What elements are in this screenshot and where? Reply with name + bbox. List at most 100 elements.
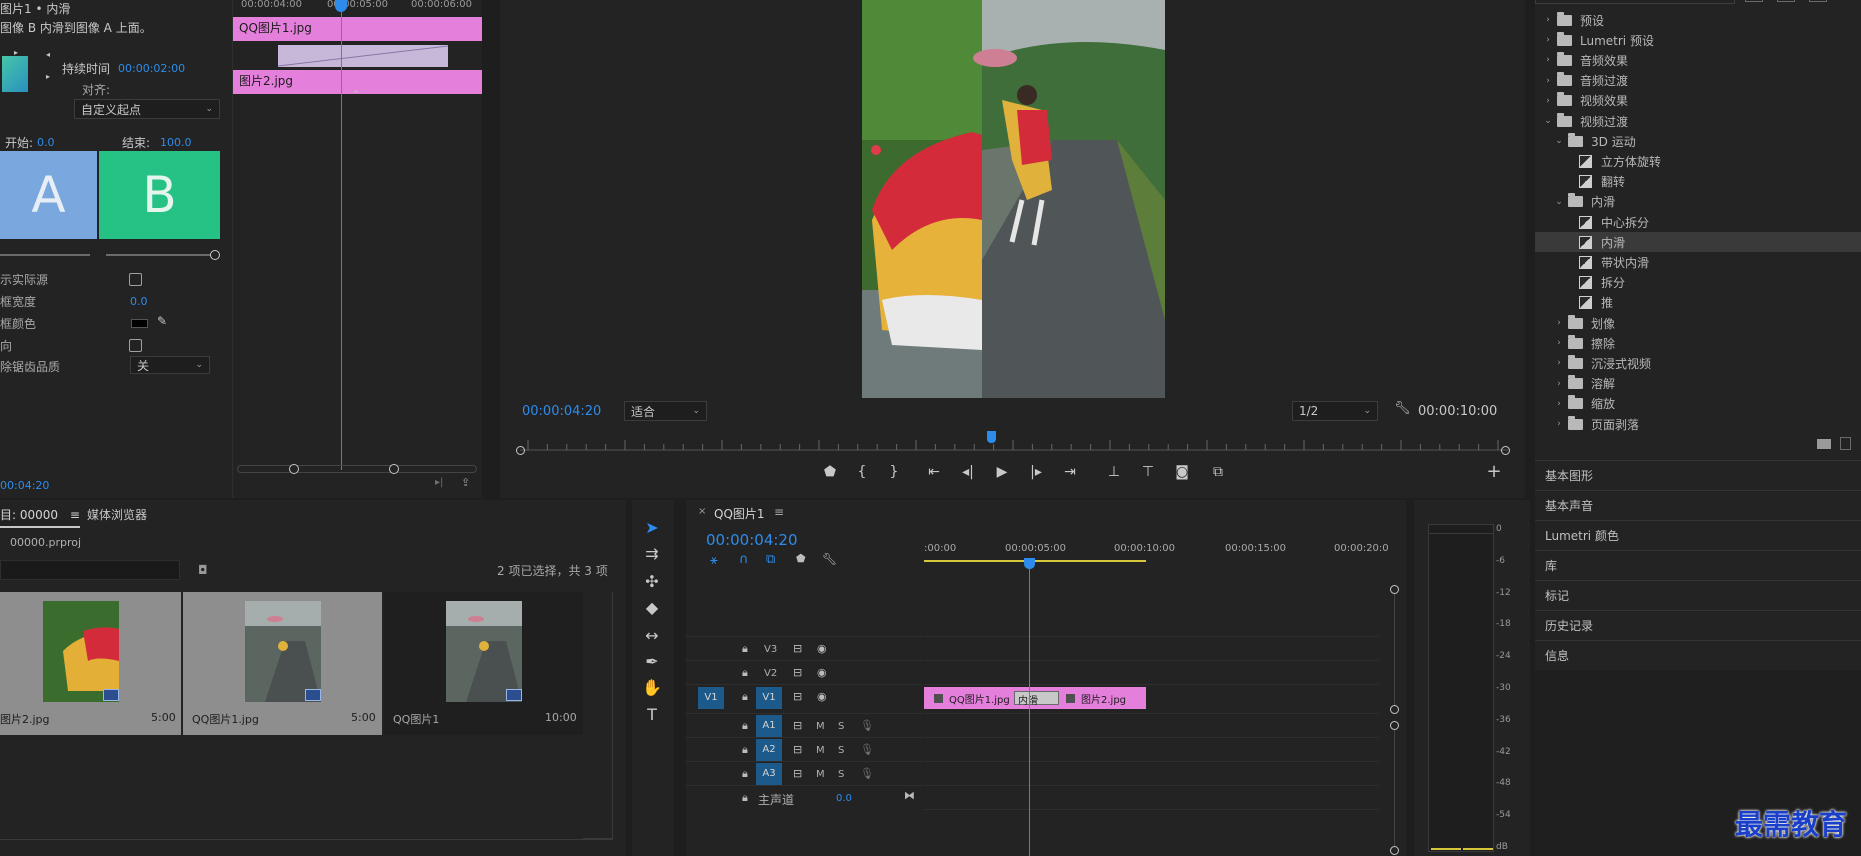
chevron-right-icon[interactable]: › xyxy=(1554,399,1564,409)
pen-tool-icon[interactable]: ✒ xyxy=(632,650,672,674)
razor-tool-icon[interactable]: ◆ xyxy=(632,596,672,620)
track-target-v1[interactable]: V1 xyxy=(756,687,782,709)
yuv-effects-icon[interactable] xyxy=(1809,0,1827,2)
scrub-end-handle[interactable] xyxy=(1501,446,1510,455)
chevron-right-icon[interactable]: › xyxy=(1554,379,1564,389)
type-tool-icon[interactable]: T xyxy=(632,703,672,727)
chevron-right-icon[interactable]: › xyxy=(1554,318,1564,328)
lock-icon[interactable]: 🔒︎ xyxy=(742,642,748,656)
track-target-a2[interactable]: A2 xyxy=(756,739,782,761)
effects-tree-item[interactable]: ⌄ 内滑 xyxy=(1535,192,1861,212)
sync-lock-icon[interactable]: ⊟ xyxy=(793,743,802,756)
play-transition-icon[interactable]: ▸ xyxy=(14,48,18,57)
end-slider-handle[interactable] xyxy=(210,250,220,260)
side-panel-lumetri-color[interactable]: Lumetri 颜色 xyxy=(1535,520,1861,550)
border-color-swatch[interactable] xyxy=(131,319,148,328)
timeline-settings-wrench-icon[interactable]: 🔧︎ xyxy=(822,552,837,566)
play-only-audio-icon[interactable]: ▸| xyxy=(435,477,443,488)
lock-icon[interactable]: 🔒︎ xyxy=(742,743,748,757)
effects-tree-item[interactable]: 中心拆分 xyxy=(1535,212,1861,232)
effects-tree-item[interactable]: › 音频过渡 xyxy=(1535,71,1861,91)
lock-icon[interactable]: 🔒︎ xyxy=(742,666,748,680)
audio-scroll-handle-top[interactable] xyxy=(1390,721,1399,730)
tab-media-browser[interactable]: 媒体浏览器 xyxy=(87,506,147,523)
effects-tree-item[interactable]: 内滑 xyxy=(1535,232,1861,253)
mute-button[interactable]: M xyxy=(816,745,825,756)
snap-icon[interactable]: ∩ xyxy=(739,552,749,567)
solo-button[interactable]: S xyxy=(838,745,844,756)
hand-tool-icon[interactable]: ✋ xyxy=(632,676,672,700)
timeline-clip-2-label[interactable]: 图片2.jpg xyxy=(1064,687,1126,709)
mark-out-icon[interactable]: } xyxy=(882,462,906,482)
effects-tree-item[interactable]: ⌄ 3D 运动 xyxy=(1535,131,1861,151)
accelerated-effects-icon[interactable] xyxy=(1777,0,1795,2)
preview-arrow-left-icon[interactable]: ◂ xyxy=(46,50,50,59)
effects-tree-item[interactable]: 翻转 xyxy=(1535,172,1861,192)
effects-tree-item[interactable]: 推 xyxy=(1535,293,1861,313)
timeline-playhead-handle[interactable] xyxy=(1024,558,1035,569)
ec-clip-a[interactable]: QQ图片1.jpg xyxy=(233,17,482,41)
slip-tool-icon[interactable]: ↔ xyxy=(632,624,672,648)
chevron-right-icon[interactable]: › xyxy=(1554,419,1564,429)
chevron-right-icon[interactable]: › xyxy=(1543,15,1553,25)
settings-wrench-icon[interactable]: 🔧︎ xyxy=(1394,401,1411,416)
sync-lock-icon[interactable]: ⊟ xyxy=(793,666,802,679)
video-scroll-handle-top[interactable] xyxy=(1390,585,1399,594)
effects-tree-item[interactable]: › 划像 xyxy=(1535,313,1861,333)
align-select[interactable]: 自定义起点 ⌄ xyxy=(74,99,220,119)
reverse-checkbox[interactable] xyxy=(129,339,142,352)
resolution-select[interactable]: 1/2 ⌄ xyxy=(1292,401,1378,421)
eye-icon[interactable]: ◉ xyxy=(817,690,827,703)
side-panel-info[interactable]: 信息 xyxy=(1535,640,1861,670)
delete-icon[interactable] xyxy=(1840,437,1851,450)
video-scroll-track[interactable] xyxy=(1394,594,1395,705)
end-slider[interactable] xyxy=(106,254,214,256)
effects-tree-item[interactable]: 带状内滑 xyxy=(1535,252,1861,272)
mute-button[interactable]: M xyxy=(816,721,825,732)
effects-tree-item[interactable]: 立方体旋转 xyxy=(1535,151,1861,171)
ec-transition-bar[interactable] xyxy=(278,45,448,67)
close-sequence-icon[interactable]: × xyxy=(698,506,706,517)
start-value[interactable]: 0.0 xyxy=(37,136,55,149)
linked-selection-icon[interactable]: ⧉ xyxy=(766,552,775,567)
side-panel-markers[interactable]: 标记 xyxy=(1535,580,1861,610)
sync-lock-icon[interactable]: ⊟ xyxy=(793,690,802,703)
selection-tool-icon[interactable]: ➤ xyxy=(632,516,672,540)
add-marker-icon[interactable]: ⬟ xyxy=(796,552,806,565)
duration-value[interactable]: 00:00:02:00 xyxy=(118,62,185,75)
side-panel-essential-sound[interactable]: 基本声音 xyxy=(1535,490,1861,520)
step-back-icon[interactable]: ◂| xyxy=(956,462,980,482)
extract-icon[interactable]: ⊤ xyxy=(1136,462,1160,482)
work-area-bar[interactable] xyxy=(924,560,1146,562)
lock-icon[interactable]: 🔒︎ xyxy=(742,767,748,781)
go-to-out-icon[interactable]: ⇥ xyxy=(1058,462,1082,482)
new-bin-icon[interactable] xyxy=(1817,439,1831,449)
track-target-a3[interactable]: A3 xyxy=(756,763,782,785)
go-to-end-icon[interactable]: ⧓ xyxy=(904,789,915,802)
border-width-value[interactable]: 0.0 xyxy=(130,295,148,308)
eye-icon[interactable]: ◉ xyxy=(817,642,827,655)
side-panel-history[interactable]: 历史记录 xyxy=(1535,610,1861,640)
sync-lock-icon[interactable]: ⊟ xyxy=(793,719,802,732)
chevron-right-icon[interactable]: › xyxy=(1543,76,1553,86)
transition-marker[interactable]: 内滑 xyxy=(1014,691,1059,707)
effects-tree-item[interactable]: › 溶解 xyxy=(1535,374,1861,394)
program-playhead[interactable] xyxy=(987,431,996,443)
new-search-bin-icon[interactable]: ◘ xyxy=(198,563,208,577)
chevron-right-icon[interactable]: › xyxy=(1554,358,1564,368)
ec-zoom-handle-right[interactable] xyxy=(389,464,399,474)
side-panel-essential-graphics[interactable]: 基本图形 xyxy=(1535,460,1861,490)
effects-tree-item[interactable]: › 擦除 xyxy=(1535,333,1861,353)
source-patch-v1[interactable]: V1 xyxy=(698,687,724,709)
eyedropper-icon[interactable]: ✎ xyxy=(157,314,167,328)
chevron-right-icon[interactable]: › xyxy=(1543,55,1553,65)
effects-tree-item[interactable]: › 音频效果 xyxy=(1535,50,1861,70)
new-preset-bin-icon[interactable] xyxy=(1745,0,1763,2)
play-icon[interactable]: ▶ xyxy=(990,462,1014,482)
microphone-icon[interactable]: 🎙︎ xyxy=(860,743,874,756)
go-to-in-icon[interactable]: ⇤ xyxy=(922,462,946,482)
timeline-timecode[interactable]: 00:00:04:20 xyxy=(706,531,798,549)
project-item[interactable]: 图片2.jpg 5:00 xyxy=(0,592,181,735)
eye-icon[interactable]: ◉ xyxy=(817,666,827,679)
project-search-input[interactable] xyxy=(0,560,180,580)
